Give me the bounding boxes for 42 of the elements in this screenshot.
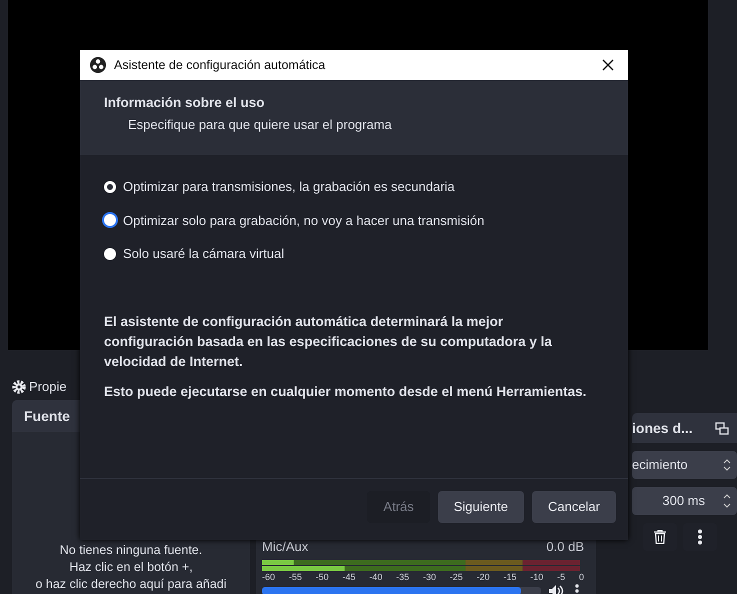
gear-icon [12,380,26,394]
scale-label: 0 [578,570,584,584]
empty-message: No tienes ninguna fuente. [60,542,202,560]
info-paragraph: Esto puede ejecutarse en cualquier momento desde el menú Herramientas. [104,383,588,402]
empty-message: Haz clic en el botón +, [69,559,193,576]
channel-name: Mic/Aux [262,538,308,556]
scale-label: -25 [450,570,463,584]
section-heading: Información sobre el uso [104,94,266,112]
updown-caret-icon [723,459,731,471]
radio-option[interactable]: Optimizar para transmisiones, la grabación es secundaria [104,177,604,196]
dialog-button[interactable]: Siguiente [438,490,524,522]
scale-label: -40 [369,570,382,584]
radio-option[interactable]: Solo usaré la cámara virtual [104,244,604,264]
float-icon[interactable] [715,422,729,434]
app-logo-icon [90,57,106,73]
scale-label: -45 [342,570,356,584]
section-subheading: Especifique para que quiere usar el programa [127,116,393,134]
panel-title: iones d... [632,418,693,438]
volume-reading: 0.0 dB [546,538,584,556]
transition-select[interactable]: ecimiento [632,451,737,479]
trash-icon [654,530,666,544]
updown-caret-icon [723,494,731,508]
window-title: Asistente de configuración automática [114,56,326,74]
dock-tab-label[interactable]: Propie [29,376,67,396]
scale-label: -30 [422,570,436,584]
volume-slider[interactable] [262,587,541,594]
scale-label: -20 [476,570,490,584]
empty-message: o haz clic derecho aquí para añadi [35,576,227,593]
more-icon [697,529,703,545]
scale-label: -35 [396,570,410,584]
duration-spinbox[interactable]: 300 ms [632,487,737,515]
radio-option[interactable]: Optimizar solo para grabación, no voy a hacer una transmisión [104,210,604,230]
scale-label: -5 [557,570,566,584]
scale-label: -10 [530,570,544,584]
dialog-button[interactable]: Cancelar [532,490,616,522]
scale-label: -60 [262,570,276,584]
close-icon [602,59,614,71]
scale-label: -55 [288,570,302,584]
scale-label: -50 [316,570,329,584]
speaker-icon[interactable] [548,584,564,594]
scale-label: -15 [503,570,516,584]
info-paragraph: El asistente de configuración automática determinará la mejor configuración basada en las especificaciones de su computadora y la velocidad de Internet. [104,312,553,371]
